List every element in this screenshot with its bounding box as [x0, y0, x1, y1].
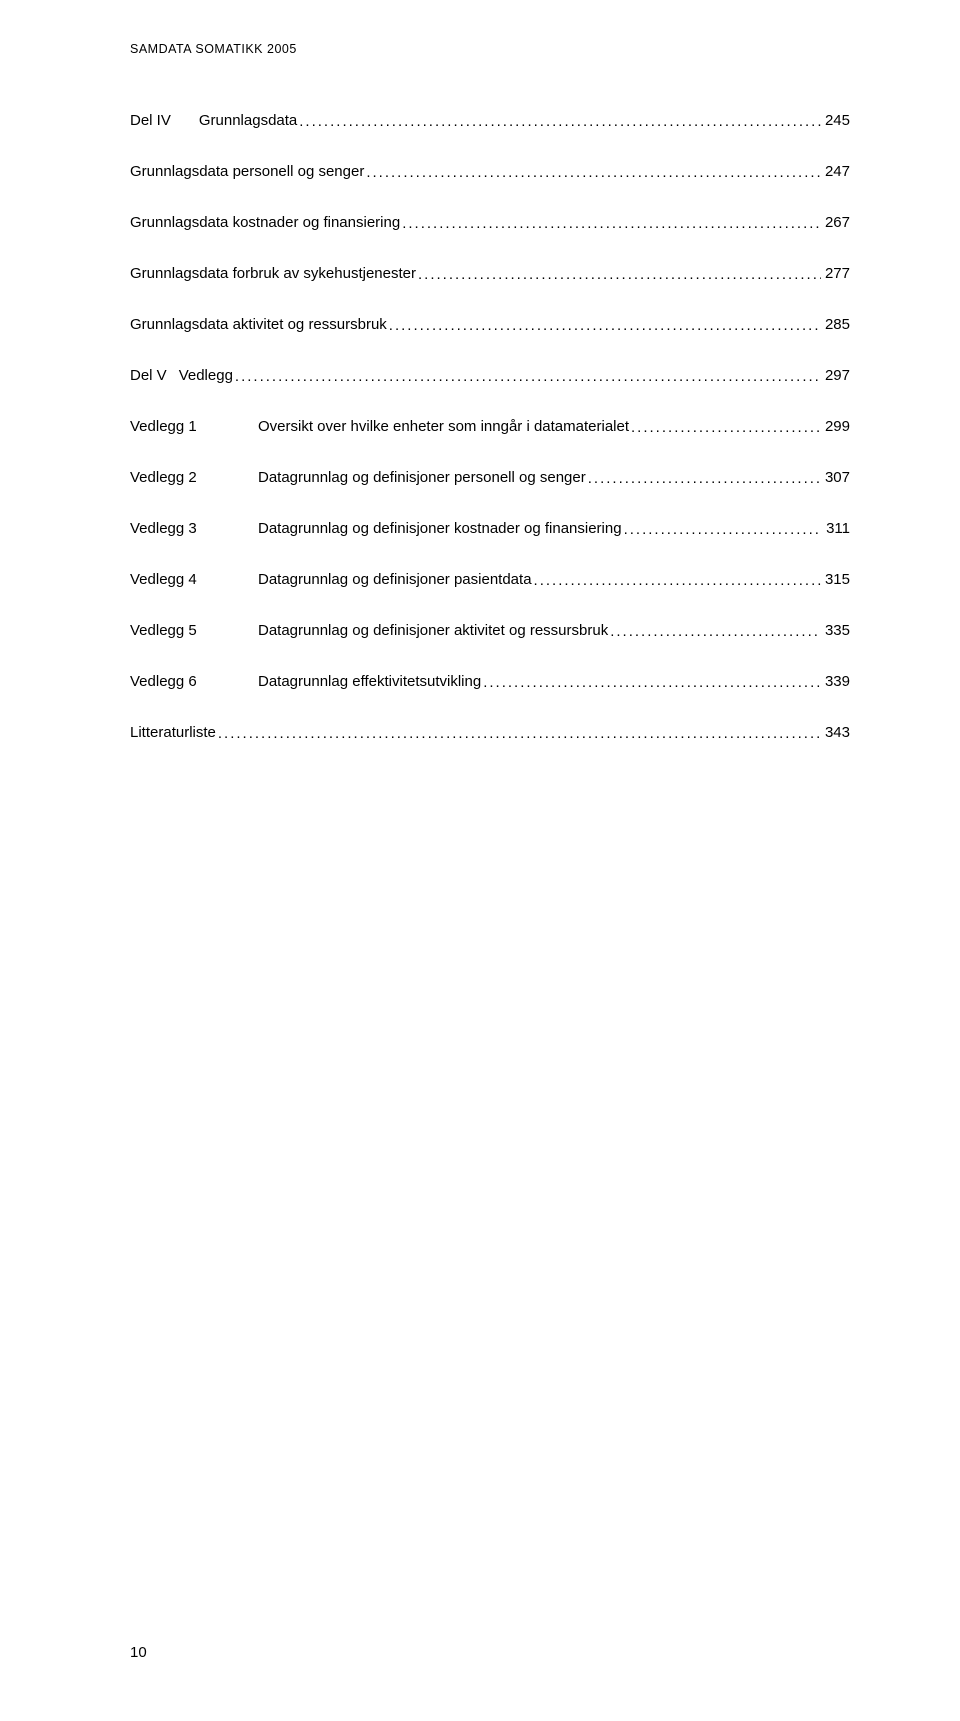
toc-page-number: 315 [821, 571, 850, 588]
toc-appendix-label: Vedlegg 4 [130, 571, 258, 588]
toc-page-number: 245 [821, 112, 850, 129]
toc-part-title: Grunnlagsdata [199, 112, 297, 129]
leader-dots [416, 266, 821, 283]
toc-part-iv: Del IV Grunnlagsdata 245 [130, 112, 850, 129]
toc-entry: Grunnlagsdata aktivitet og ressursbruk 2… [130, 316, 850, 333]
leader-dots [364, 164, 821, 181]
toc-page-number: 285 [821, 316, 850, 333]
toc-entry-text: Litteraturliste [130, 724, 216, 741]
toc-page-number: 267 [821, 214, 850, 231]
toc-part-prefix: Del IV [130, 112, 171, 129]
toc-appendix-label: Vedlegg 5 [130, 622, 258, 639]
toc-appendix-entry: Vedlegg 2 Datagrunnlag og definisjoner p… [130, 469, 850, 486]
leader-dots [400, 215, 821, 232]
page-content: SAMDATA SOMATIKK 2005 Del IV Grunnlagsda… [0, 0, 960, 741]
toc-part-prefix: Del V [130, 367, 167, 384]
toc-entry-text: Grunnlagsdata forbruk av sykehustjeneste… [130, 265, 416, 282]
toc-entry: Grunnlagsdata kostnader og finansiering … [130, 214, 850, 231]
leader-dots [216, 725, 821, 742]
toc-appendix-text: Datagrunnlag og definisjoner pasientdata [258, 571, 532, 588]
leader-dots [629, 419, 821, 436]
toc-page-number: 247 [821, 163, 850, 180]
toc-page-number: 335 [821, 622, 850, 639]
toc-page-number: 297 [821, 367, 850, 384]
toc-part-v: Del V Vedlegg 297 [130, 367, 850, 384]
toc-litteraturliste: Litteraturliste 343 [130, 724, 850, 741]
toc-page-number: 277 [821, 265, 850, 282]
toc-appendix-text: Datagrunnlag og definisjoner aktivitet o… [258, 622, 608, 639]
leader-dots [387, 317, 821, 334]
toc-appendix-label: Vedlegg 6 [130, 673, 258, 690]
toc-appendix-label: Vedlegg 2 [130, 469, 258, 486]
toc-page-number: 339 [821, 673, 850, 690]
leader-dots [297, 113, 821, 130]
leader-dots [586, 470, 821, 487]
toc-entry: Grunnlagsdata forbruk av sykehustjeneste… [130, 265, 850, 282]
leader-dots [532, 572, 821, 589]
toc-appendix-entry: Vedlegg 6 Datagrunnlag effektivitetsutvi… [130, 673, 850, 690]
toc-appendix-label: Vedlegg 1 [130, 418, 258, 435]
toc-appendix-text: Datagrunnlag effektivitetsutvikling [258, 673, 481, 690]
toc-entry: Grunnlagsdata personell og senger 247 [130, 163, 850, 180]
leader-dots [481, 674, 821, 691]
toc-appendix-text: Datagrunnlag og definisjoner personell o… [258, 469, 586, 486]
running-header: SAMDATA SOMATIKK 2005 [130, 42, 850, 56]
toc-appendix-entry: Vedlegg 3 Datagrunnlag og definisjoner k… [130, 520, 850, 537]
leader-dots [233, 368, 821, 385]
toc-appendix-entry: Vedlegg 5 Datagrunnlag og definisjoner a… [130, 622, 850, 639]
toc-page-number: 307 [821, 469, 850, 486]
toc-part-title: Vedlegg [179, 367, 233, 384]
toc-entry-text: Grunnlagsdata aktivitet og ressursbruk [130, 316, 387, 333]
toc-appendix-label: Vedlegg 3 [130, 520, 258, 537]
leader-dots [622, 521, 823, 538]
toc-appendix-entry: Vedlegg 4 Datagrunnlag og definisjoner p… [130, 571, 850, 588]
leader-dots [608, 623, 821, 640]
toc-page-number: 343 [821, 724, 850, 741]
toc-appendix-entry: Vedlegg 1 Oversikt over hvilke enheter s… [130, 418, 850, 435]
toc-appendix-text: Datagrunnlag og definisjoner kostnader o… [258, 520, 622, 537]
toc-entry-text: Grunnlagsdata kostnader og finansiering [130, 214, 400, 231]
toc-appendix-text: Oversikt over hvilke enheter som inngår … [258, 418, 629, 435]
toc-page-number: 299 [821, 418, 850, 435]
toc-entry-text: Grunnlagsdata personell og senger [130, 163, 364, 180]
toc-page-number: 311 [822, 520, 850, 537]
footer-page-number: 10 [130, 1644, 147, 1661]
